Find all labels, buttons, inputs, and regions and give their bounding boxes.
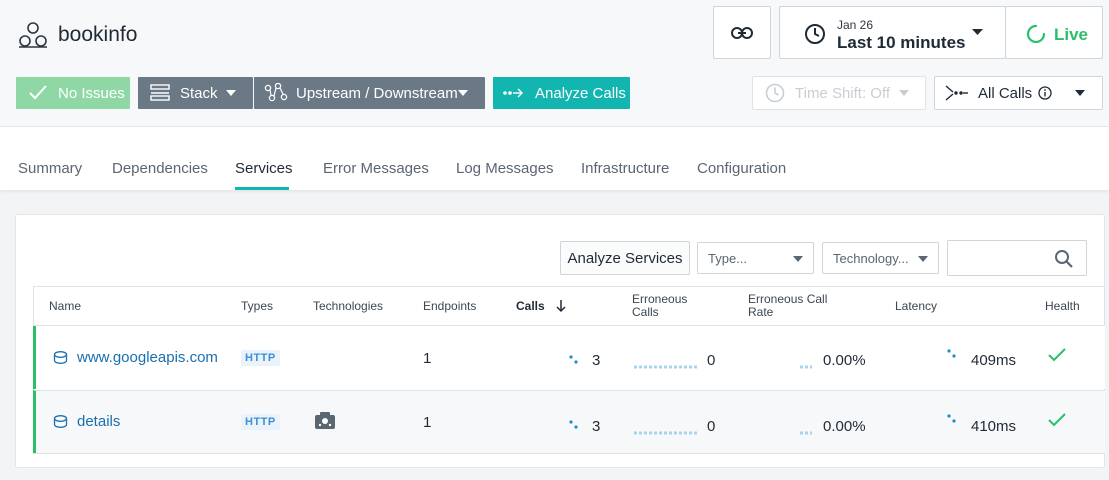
calls-count: 3	[592, 418, 601, 435]
calls-count: 3	[592, 352, 601, 369]
type-filter-select[interactable]: Type...	[697, 242, 814, 274]
endpoints-count: 1	[423, 414, 432, 431]
technology-server-icon	[315, 412, 335, 429]
time-shift-label: Time Shift: Off	[795, 85, 891, 102]
checkmark-icon	[29, 85, 47, 100]
erroneous-calls-count: 0	[707, 418, 716, 435]
tab-error-messages[interactable]: Error Messages	[323, 160, 429, 177]
tab-bar	[0, 126, 1109, 190]
erroneous-calls-sparkline	[634, 431, 698, 435]
tab-services[interactable]: Services	[235, 160, 293, 177]
chevron-down-icon	[918, 256, 928, 262]
active-tab-indicator	[235, 187, 289, 190]
erroneous-calls-sparkline	[634, 365, 698, 369]
service-name-link[interactable]: details	[77, 413, 120, 430]
chevron-down-icon	[458, 90, 468, 96]
column-header-health[interactable]: Health	[1045, 300, 1080, 313]
stack-icon	[150, 84, 170, 101]
column-header-technologies[interactable]: Technologies	[313, 300, 383, 313]
latency-sparkline	[947, 349, 956, 358]
latency-value: 409ms	[971, 352, 1017, 369]
live-spinner-icon	[1026, 24, 1046, 44]
stack-label: Stack	[180, 85, 218, 102]
tab-configuration[interactable]: Configuration	[697, 160, 786, 177]
application-icon	[19, 22, 47, 48]
analyze-services-button[interactable]: Analyze Services	[560, 241, 690, 275]
all-calls-label: All Calls	[978, 85, 1033, 102]
analyze-calls-icon	[503, 88, 523, 98]
column-header-types[interactable]: Types	[241, 300, 273, 313]
type-badge: HTTP	[241, 414, 280, 430]
column-header-erroneous-calls-line2: Calls	[632, 305, 659, 319]
latency-value: 410ms	[971, 418, 1017, 435]
tab-infrastructure[interactable]: Infrastructure	[581, 160, 669, 177]
app-title: bookinfo	[18, 20, 137, 50]
calls-sparkline	[569, 420, 578, 429]
health-check-icon	[1048, 413, 1066, 427]
tab-dependencies[interactable]: Dependencies	[112, 160, 208, 177]
upstream-downstream-dropdown[interactable]: Upstream / Downstream	[254, 77, 485, 109]
all-calls-dropdown[interactable]: All Calls	[934, 76, 1103, 110]
health-check-icon	[1048, 348, 1066, 362]
time-shift-dropdown: Time Shift: Off	[752, 76, 926, 110]
clock-icon	[765, 83, 785, 103]
live-toggle-button[interactable]: Live	[1005, 6, 1103, 59]
column-header-erroneous-call-rate[interactable]: Erroneous Call Rate	[748, 293, 827, 319]
technology-filter-select[interactable]: Technology...	[822, 242, 939, 274]
search-icon	[1055, 250, 1073, 268]
no-issues-label: No Issues	[58, 85, 125, 102]
time-range-label: Last 10 minutes	[837, 33, 966, 52]
error-rate-value: 0.00%	[823, 352, 866, 369]
time-date: Jan 26	[837, 18, 874, 32]
error-rate-sparkline	[800, 365, 812, 369]
chevron-down-icon	[793, 256, 803, 262]
time-range-picker[interactable]: Jan 26 Last 10 minutes	[779, 6, 1006, 59]
sort-descending-icon[interactable]	[555, 299, 567, 313]
database-icon	[53, 351, 68, 364]
info-icon[interactable]	[1038, 86, 1052, 100]
no-issues-button[interactable]: No Issues	[16, 77, 130, 109]
database-icon	[53, 415, 68, 428]
search-input[interactable]	[947, 240, 1087, 276]
dependency-graph-icon	[264, 83, 288, 102]
calls-sparkline	[569, 355, 578, 364]
endpoints-count: 1	[423, 350, 432, 367]
app-title-text: bookinfo	[58, 23, 138, 46]
service-name-link[interactable]: www.googleapis.com	[77, 349, 218, 366]
column-header-latency[interactable]: Latency	[895, 300, 937, 313]
analyze-calls-label: Analyze Calls	[535, 85, 626, 102]
chevron-down-icon	[972, 29, 983, 35]
type-filter-placeholder: Type...	[708, 251, 748, 266]
calls-filter-icon	[945, 85, 968, 101]
clock-icon	[805, 24, 825, 44]
upstream-downstream-label: Upstream / Downstream	[296, 85, 458, 102]
column-header-erroneous-rate-line2: Rate	[748, 305, 774, 319]
column-header-endpoints[interactable]: Endpoints	[423, 300, 476, 313]
copy-link-button[interactable]	[713, 6, 771, 59]
tab-log-messages[interactable]: Log Messages	[456, 160, 554, 177]
tab-summary[interactable]: Summary	[18, 160, 82, 177]
error-rate-sparkline	[800, 431, 812, 435]
chevron-down-icon	[1075, 90, 1085, 96]
erroneous-calls-count: 0	[707, 352, 716, 369]
analyze-calls-button[interactable]: Analyze Calls	[493, 77, 630, 109]
latency-sparkline	[947, 414, 956, 423]
type-badge: HTTP	[241, 350, 280, 366]
column-header-name[interactable]: Name	[49, 300, 81, 313]
stack-dropdown[interactable]: Stack	[138, 77, 253, 109]
column-header-erroneous-calls[interactable]: Erroneous Calls	[632, 293, 687, 319]
column-header-calls[interactable]: Calls	[516, 300, 545, 313]
chevron-down-icon	[899, 90, 909, 96]
error-rate-value: 0.00%	[823, 418, 866, 435]
live-label: Live	[1054, 25, 1089, 44]
link-icon	[731, 26, 753, 39]
chevron-down-icon	[226, 90, 236, 96]
technology-filter-placeholder: Technology...	[833, 251, 909, 266]
